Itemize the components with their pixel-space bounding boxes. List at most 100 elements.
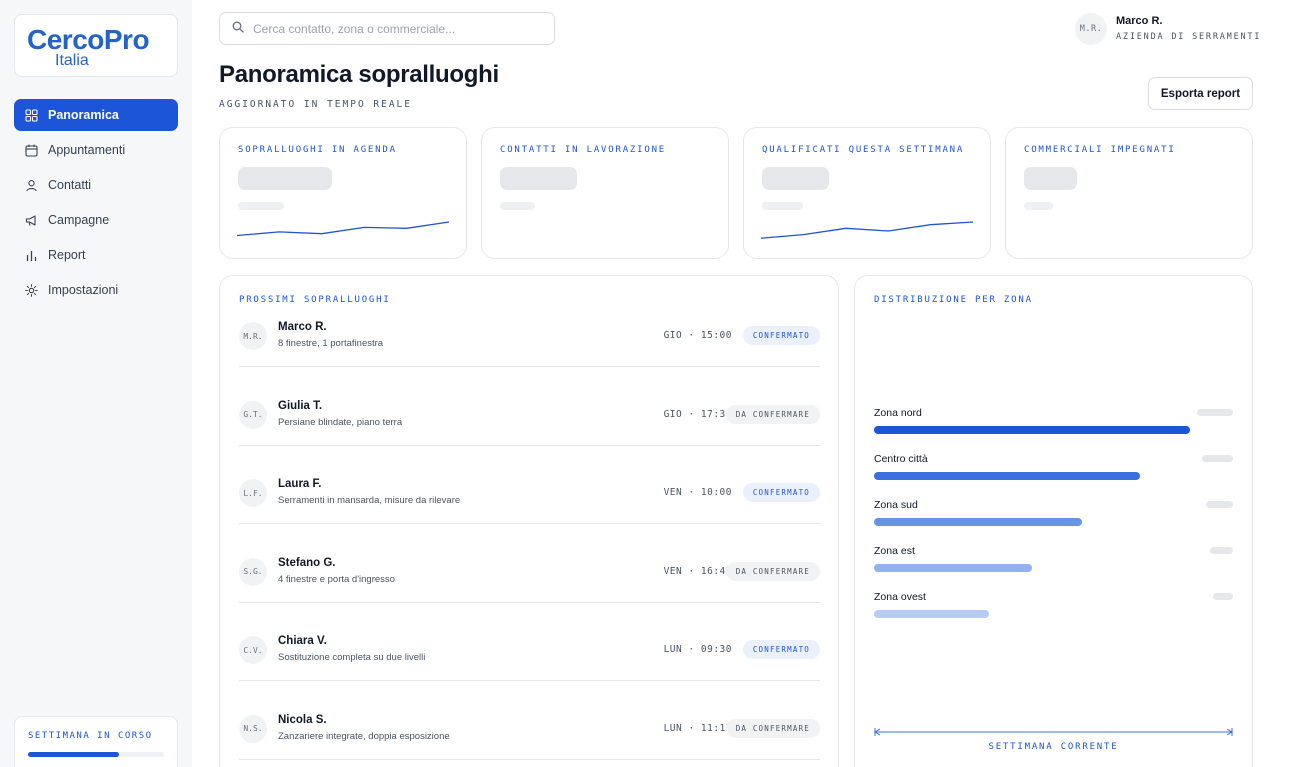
- kpi-card: CONTATTI IN LAVORAZIONE: [481, 127, 729, 259]
- kpi-sparkline: [760, 221, 974, 239]
- sidebar-item-panoramica[interactable]: Panoramica: [14, 99, 178, 131]
- kpi-value-placeholder: [238, 167, 332, 190]
- appointment-row[interactable]: S.G. Stefano G. 4 finestre e porta d'ingre…: [239, 556, 820, 603]
- contact-avatar: M.R.: [239, 322, 267, 350]
- contact-name: Nicola S.: [278, 713, 327, 726]
- appointment-description: Sostituzione completa su due livelli: [278, 652, 426, 663]
- zone-bar-track: [874, 472, 1233, 480]
- page-subtitle: AGGIORNATO IN TEMPO REALE: [219, 99, 412, 110]
- contact-avatar: S.G.: [239, 557, 267, 586]
- kpi-value-placeholder: [762, 167, 829, 190]
- zone-bar: [874, 518, 1083, 526]
- status-badge: DA CONFERMARE: [725, 718, 820, 738]
- zone-name: Zona ovest: [874, 591, 926, 603]
- kpi-delta-placeholder: [238, 202, 284, 210]
- kpi-delta-placeholder: [500, 202, 535, 210]
- week-progress-label: SETTIMANA IN CORSO: [28, 731, 153, 741]
- zone-bar: [874, 610, 989, 618]
- appointment-time: GIO · 15:00: [663, 330, 732, 341]
- appointment-row[interactable]: N.S. Nicola S. Zanzariere integrate, doppi…: [239, 713, 820, 760]
- contact-avatar: G.T.: [239, 400, 267, 429]
- contact-name: Laura F.: [278, 478, 322, 490]
- appointment-row[interactable]: M.R. Marco R. 8 finestre, 1 portafinestra G…: [239, 321, 820, 367]
- search-icon: [232, 20, 244, 38]
- appointments-panel: PROSSIMI SOPRALLUOGHI M.R. Marco R. 8 fine…: [219, 275, 839, 767]
- zone-name: Centro città: [874, 453, 928, 465]
- kpi-label: COMMERCIALI IMPEGNATI: [1024, 145, 1176, 155]
- appointment-time: LUN · 09:30: [663, 644, 732, 655]
- sidebar-item-campagne[interactable]: Campagne: [14, 204, 178, 236]
- zone-value-placeholder: [1202, 455, 1233, 462]
- contact-name: Giulia T.: [278, 399, 323, 412]
- sidebar-item-appuntamenti[interactable]: Appuntamenti: [14, 134, 178, 166]
- zone-bar-track: [874, 564, 1233, 572]
- contact-name: Marco R.: [278, 321, 327, 333]
- status-badge: CONFERMATO: [742, 483, 820, 502]
- zone-value-placeholder: [1210, 547, 1233, 554]
- contact-avatar: C.V.: [239, 636, 267, 664]
- status-badge: CONFERMATO: [742, 640, 820, 659]
- sidebar-item-label: Appuntamenti: [48, 143, 126, 157]
- week-progress-card: SETTIMANA IN CORSO: [14, 716, 178, 767]
- sidebar-item-label: Contatti: [48, 178, 92, 192]
- kpi-sparkline: [236, 221, 450, 237]
- zone-value-placeholder: [1213, 593, 1233, 600]
- kpi-delta-placeholder: [762, 202, 803, 210]
- calendar-icon: [25, 144, 38, 157]
- zone-name: Zona sud: [874, 499, 918, 511]
- week-progress-fill: [28, 752, 120, 757]
- contact-avatar: N.S.: [239, 714, 267, 743]
- megaphone-icon: [25, 214, 38, 227]
- search-input[interactable]: [253, 21, 543, 36]
- zone-bar: [874, 564, 1032, 572]
- kpi-card: QUALIFICATI QUESTA SETTIMANA: [743, 127, 991, 259]
- sidebar-item-label: Report: [48, 248, 86, 262]
- appointment-description: 4 finestre e porta d'ingresso: [278, 573, 395, 585]
- week-axis-label: SETTIMANA CORRENTE: [988, 742, 1119, 752]
- search-bar[interactable]: [219, 12, 555, 45]
- zone-value-placeholder: [1197, 409, 1233, 416]
- sidebar-item-contatti[interactable]: Contatti: [14, 169, 178, 201]
- appointment-row[interactable]: C.V. Chiara V. Sostituzione completa su du…: [239, 635, 820, 681]
- appointment-description: Zanzariere integrate, doppia esposizione: [278, 730, 450, 742]
- appointment-time: GIO · 17:30: [663, 408, 732, 420]
- sidebar: CercoPro Italia Panoramica Appuntamenti Co…: [0, 0, 192, 767]
- zone-bar-track: [874, 518, 1233, 526]
- grid-icon: [25, 108, 38, 122]
- kpi-label: CONTATTI IN LAVORAZIONE: [500, 145, 667, 155]
- sun-gear-icon: [25, 283, 38, 297]
- sidebar-item-report[interactable]: Report: [14, 239, 178, 271]
- zone-bar-track: [874, 610, 1233, 618]
- status-badge: CONFERMATO: [742, 326, 820, 345]
- zone-name: Zona est: [874, 545, 915, 557]
- appointment-time: LUN · 11:15: [663, 722, 732, 734]
- appointments-title: PROSSIMI SOPRALLUOGHI: [239, 295, 391, 305]
- contact-avatar: L.F.: [239, 479, 267, 507]
- kpi-delta-placeholder: [1024, 202, 1053, 210]
- contact-name: Stefano G.: [278, 556, 336, 569]
- appointment-row[interactable]: G.T. Giulia T. Persiane blindate, piano te…: [239, 399, 820, 446]
- status-badge: DA CONFERMARE: [725, 561, 820, 581]
- sidebar-item-label: Panoramica: [48, 108, 119, 122]
- user-icon: [25, 179, 38, 192]
- zone-distribution-panel: DISTRIBUZIONE PER ZONA Zona nord Centro c…: [854, 275, 1253, 767]
- appointment-row[interactable]: L.F. Laura F. Serramenti in mansarda, misu…: [239, 478, 820, 524]
- appointment-description: 8 finestre, 1 portafinestra: [278, 338, 384, 349]
- week-axis: [874, 728, 1233, 736]
- logo[interactable]: CercoPro Italia: [14, 14, 178, 77]
- kpi-value-placeholder: [1024, 167, 1077, 190]
- user-company: AZIENDA DI SERRAMENTI: [1116, 32, 1262, 42]
- zone-name: Zona nord: [874, 407, 922, 419]
- kpi-card: SOPRALLUOGHI IN AGENDA: [219, 127, 467, 259]
- sidebar-item-label: Campagne: [48, 213, 110, 227]
- user-avatar[interactable]: M.R.: [1075, 13, 1107, 45]
- kpi-value-placeholder: [500, 167, 577, 190]
- appointment-description: Persiane blindate, piano terra: [278, 416, 403, 428]
- zone-distribution-title: DISTRIBUZIONE PER ZONA: [874, 295, 1033, 305]
- sidebar-item-impostazioni[interactable]: Impostazioni: [14, 274, 178, 306]
- kpi-card: COMMERCIALI IMPEGNATI: [1005, 127, 1253, 259]
- page-title: Panoramica sopralluoghi: [219, 61, 499, 88]
- export-report-button[interactable]: Esporta report: [1148, 77, 1253, 110]
- status-badge: DA CONFERMARE: [725, 404, 820, 424]
- zone-bar: [874, 426, 1190, 434]
